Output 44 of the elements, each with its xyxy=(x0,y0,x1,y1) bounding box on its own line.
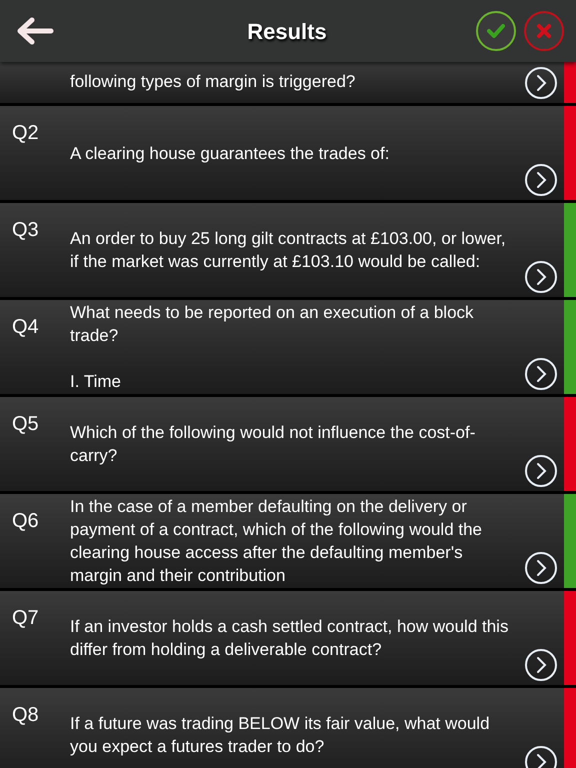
question-row[interactable]: Q8 If a future was trading BELOW its fair value, what would you expect a futures trader to do? xyxy=(0,688,576,768)
chevron-button[interactable] xyxy=(525,67,557,99)
question-number: Q8 xyxy=(12,704,39,726)
question-text: If an investor holds a cash settled contract, how would this differ from holding a deliverable contract? xyxy=(70,616,510,661)
question-number: Q5 xyxy=(12,413,39,435)
question-number: Q2 xyxy=(12,122,39,144)
question-text: I. Time xyxy=(70,371,122,393)
question-number: Q3 xyxy=(12,219,39,241)
question-number: Q4 xyxy=(12,316,39,338)
chevron-right-icon xyxy=(535,365,547,383)
checkmark-icon xyxy=(487,24,505,38)
question-row[interactable]: Q4 What needs to be reported on an execution of a block trade? I. Time xyxy=(0,300,576,394)
question-text: A clearing house guarantees the trades of: xyxy=(70,142,390,164)
question-text: following types of margin is triggered? xyxy=(70,71,356,93)
question-row[interactable]: following types of margin is triggered? xyxy=(0,62,576,103)
question-row[interactable]: Q7 If an investor holds a cash settled contract, how would this differ from holding a deliverable contract? xyxy=(0,591,576,685)
chevron-right-icon xyxy=(535,753,547,768)
chevron-right-icon xyxy=(535,559,547,577)
question-text: In the case of a member defaulting on the delivery or payment of a contract, which of the following would the clearing house access after the defaulting member's margin and their contribution xyxy=(70,496,484,587)
chevron-button[interactable] xyxy=(525,164,557,196)
chevron-button[interactable] xyxy=(525,552,557,584)
question-text: Which of the following would not influence the cost-of-carry? xyxy=(70,422,476,467)
question-row[interactable]: Q3 An order to buy 25 long gilt contracts at £103.00, or lower, if the market was currently at £103.10 would be called: xyxy=(0,203,576,297)
back-arrow-icon xyxy=(15,16,55,46)
chevron-right-icon xyxy=(535,462,547,480)
chevron-button[interactable] xyxy=(525,455,557,487)
question-text: An order to buy 25 long gilt contracts at £103.00, or lower, if the market was currently at £103.10 would be called: xyxy=(70,228,507,273)
cross-icon xyxy=(537,24,551,38)
chevron-button[interactable] xyxy=(525,649,557,681)
question-row[interactable]: Q2 A clearing house guarantees the trades of: xyxy=(0,106,576,200)
question-row[interactable]: Q5 Which of the following would not influence the cost-of-carry? xyxy=(0,397,576,491)
chevron-right-icon xyxy=(535,656,547,674)
chevron-right-icon xyxy=(535,268,547,286)
question-text: If a future was trading BELOW its fair value, what would you expect a futures trader to do? xyxy=(70,713,491,758)
header-title: Results xyxy=(247,18,327,46)
chevron-right-icon xyxy=(535,74,547,92)
question-row[interactable]: Q6 In the case of a member defaulting on the delivery or payment of a contract, which of the following would the clearing house access after the defaulting member's margin and their contribution xyxy=(0,494,576,588)
chevron-right-icon xyxy=(535,171,547,189)
question-number: Q6 xyxy=(12,510,39,532)
question-text: What needs to be reported on an execution of a block trade? xyxy=(70,302,475,347)
question-number: Q7 xyxy=(12,607,39,629)
chevron-button[interactable] xyxy=(525,358,557,390)
chevron-button[interactable] xyxy=(525,261,557,293)
correct-filter-button[interactable] xyxy=(476,11,516,51)
